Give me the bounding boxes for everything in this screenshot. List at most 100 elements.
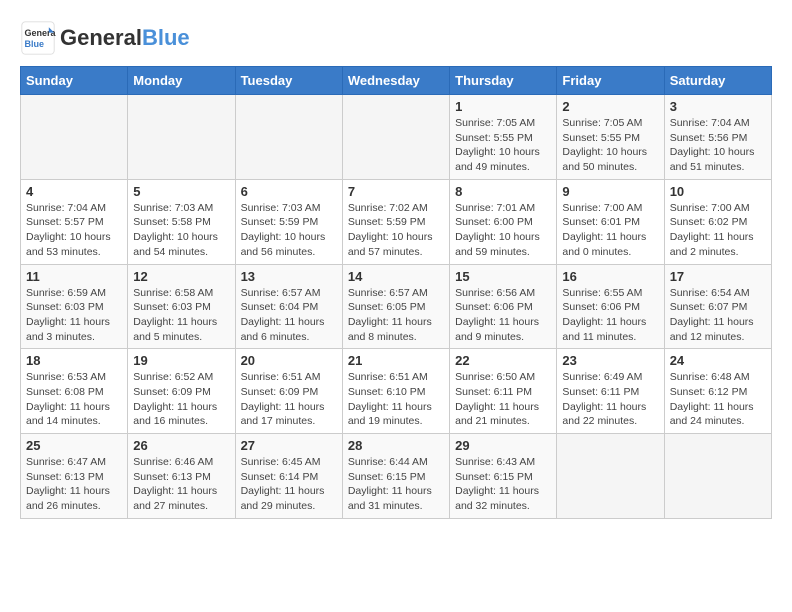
day-cell: 24 Sunrise: 6:48 AM Sunset: 6:12 PM Dayli…: [664, 349, 771, 434]
day-cell: 13Sunrise: 6:57 AM Sunset: 6:04 PM Dayli…: [235, 264, 342, 349]
day-number: 22: [455, 353, 551, 368]
day-cell: 6 Sunrise: 7:03 AM Sunset: 5:59 PM Daylig…: [235, 179, 342, 264]
page-header: General Blue GeneralBlue: [20, 20, 772, 56]
day-info: Sunrise: 6:56 AM Sunset: 6:06 PM Dayligh…: [455, 286, 551, 345]
day-info: Sunrise: 6:51 AM Sunset: 6:09 PM Dayligh…: [241, 370, 337, 429]
day-number: 24: [670, 353, 766, 368]
day-cell: 12Sunrise: 6:58 AM Sunset: 6:03 PM Dayli…: [128, 264, 235, 349]
day-cell: 5 Sunrise: 7:03 AM Sunset: 5:58 PM Daylig…: [128, 179, 235, 264]
day-cell: 21Sunrise: 6:51 AM Sunset: 6:10 PM Dayli…: [342, 349, 449, 434]
day-cell: 2 Sunrise: 7:05 AM Sunset: 5:55 PM Daylig…: [557, 95, 664, 180]
week-row-5: 25 Sunrise: 6:47 AM Sunset: 6:13 PM Dayli…: [21, 434, 772, 519]
day-cell: 23 Sunrise: 6:49 AM Sunset: 6:11 PM Dayli…: [557, 349, 664, 434]
day-info: Sunrise: 7:03 AM Sunset: 5:58 PM Dayligh…: [133, 201, 229, 260]
day-cell: 11 Sunrise: 6:59 AM Sunset: 6:03 PM Dayli…: [21, 264, 128, 349]
day-number: 29: [455, 438, 551, 453]
day-info: Sunrise: 6:51 AM Sunset: 6:10 PM Dayligh…: [348, 370, 444, 429]
day-info: Sunrise: 7:05 AM Sunset: 5:55 PM Dayligh…: [455, 116, 551, 175]
day-cell: [557, 434, 664, 519]
logo: General Blue GeneralBlue: [20, 20, 190, 56]
day-info: Sunrise: 6:52 AM Sunset: 6:09 PM Dayligh…: [133, 370, 229, 429]
day-number: 2: [562, 99, 658, 114]
day-cell: 4Sunrise: 7:04 AM Sunset: 5:57 PM Daylig…: [21, 179, 128, 264]
day-number: 17: [670, 269, 766, 284]
day-cell: 26 Sunrise: 6:46 AM Sunset: 6:13 PM Dayli…: [128, 434, 235, 519]
day-number: 3: [670, 99, 766, 114]
day-cell: 8Sunrise: 7:01 AM Sunset: 6:00 PM Daylig…: [450, 179, 557, 264]
calendar-header: SundayMondayTuesdayWednesdayThursdayFrid…: [21, 67, 772, 95]
day-info: Sunrise: 6:43 AM Sunset: 6:15 PM Dayligh…: [455, 455, 551, 514]
day-number: 8: [455, 184, 551, 199]
day-number: 9: [562, 184, 658, 199]
day-info: Sunrise: 7:03 AM Sunset: 5:59 PM Dayligh…: [241, 201, 337, 260]
day-cell: 17 Sunrise: 6:54 AM Sunset: 6:07 PM Dayli…: [664, 264, 771, 349]
day-cell: [21, 95, 128, 180]
week-row-1: 1 Sunrise: 7:05 AM Sunset: 5:55 PM Daylig…: [21, 95, 772, 180]
header-cell-thursday: Thursday: [450, 67, 557, 95]
day-info: Sunrise: 6:48 AM Sunset: 6:12 PM Dayligh…: [670, 370, 766, 429]
day-number: 25: [26, 438, 122, 453]
header-cell-saturday: Saturday: [664, 67, 771, 95]
day-info: Sunrise: 6:54 AM Sunset: 6:07 PM Dayligh…: [670, 286, 766, 345]
day-number: 12: [133, 269, 229, 284]
day-number: 14: [348, 269, 444, 284]
week-row-3: 11 Sunrise: 6:59 AM Sunset: 6:03 PM Dayli…: [21, 264, 772, 349]
day-number: 1: [455, 99, 551, 114]
day-number: 27: [241, 438, 337, 453]
day-cell: 27 Sunrise: 6:45 AM Sunset: 6:14 PM Dayli…: [235, 434, 342, 519]
day-cell: 18 Sunrise: 6:53 AM Sunset: 6:08 PM Dayli…: [21, 349, 128, 434]
day-info: Sunrise: 7:00 AM Sunset: 6:02 PM Dayligh…: [670, 201, 766, 260]
day-number: 28: [348, 438, 444, 453]
day-cell: 10 Sunrise: 7:00 AM Sunset: 6:02 PM Dayli…: [664, 179, 771, 264]
day-number: 26: [133, 438, 229, 453]
logo-icon: General Blue: [20, 20, 56, 56]
day-cell: [128, 95, 235, 180]
day-cell: 14 Sunrise: 6:57 AM Sunset: 6:05 PM Dayli…: [342, 264, 449, 349]
day-cell: 29 Sunrise: 6:43 AM Sunset: 6:15 PM Dayli…: [450, 434, 557, 519]
day-info: Sunrise: 6:53 AM Sunset: 6:08 PM Dayligh…: [26, 370, 122, 429]
day-number: 16: [562, 269, 658, 284]
day-number: 6: [241, 184, 337, 199]
day-info: Sunrise: 6:46 AM Sunset: 6:13 PM Dayligh…: [133, 455, 229, 514]
day-cell: 7 Sunrise: 7:02 AM Sunset: 5:59 PM Daylig…: [342, 179, 449, 264]
day-cell: 22 Sunrise: 6:50 AM Sunset: 6:11 PM Dayli…: [450, 349, 557, 434]
day-info: Sunrise: 7:02 AM Sunset: 5:59 PM Dayligh…: [348, 201, 444, 260]
day-info: Sunrise: 6:44 AM Sunset: 6:15 PM Dayligh…: [348, 455, 444, 514]
day-cell: [664, 434, 771, 519]
calendar-body: 1 Sunrise: 7:05 AM Sunset: 5:55 PM Daylig…: [21, 95, 772, 519]
day-info: Sunrise: 6:55 AM Sunset: 6:06 PM Dayligh…: [562, 286, 658, 345]
day-number: 7: [348, 184, 444, 199]
day-number: 10: [670, 184, 766, 199]
day-cell: 20Sunrise: 6:51 AM Sunset: 6:09 PM Dayli…: [235, 349, 342, 434]
logo-text: GeneralBlue: [60, 26, 190, 50]
day-number: 5: [133, 184, 229, 199]
day-cell: 3Sunrise: 7:04 AM Sunset: 5:56 PM Daylig…: [664, 95, 771, 180]
day-cell: 16 Sunrise: 6:55 AM Sunset: 6:06 PM Dayli…: [557, 264, 664, 349]
header-cell-sunday: Sunday: [21, 67, 128, 95]
day-number: 19: [133, 353, 229, 368]
header-cell-wednesday: Wednesday: [342, 67, 449, 95]
day-info: Sunrise: 7:04 AM Sunset: 5:57 PM Dayligh…: [26, 201, 122, 260]
header-cell-tuesday: Tuesday: [235, 67, 342, 95]
day-info: Sunrise: 6:45 AM Sunset: 6:14 PM Dayligh…: [241, 455, 337, 514]
header-cell-monday: Monday: [128, 67, 235, 95]
day-number: 23: [562, 353, 658, 368]
day-number: 18: [26, 353, 122, 368]
day-info: Sunrise: 6:49 AM Sunset: 6:11 PM Dayligh…: [562, 370, 658, 429]
day-info: Sunrise: 7:05 AM Sunset: 5:55 PM Dayligh…: [562, 116, 658, 175]
day-info: Sunrise: 6:47 AM Sunset: 6:13 PM Dayligh…: [26, 455, 122, 514]
day-info: Sunrise: 6:50 AM Sunset: 6:11 PM Dayligh…: [455, 370, 551, 429]
day-number: 13: [241, 269, 337, 284]
day-cell: 9Sunrise: 7:00 AM Sunset: 6:01 PM Daylig…: [557, 179, 664, 264]
day-cell: 19 Sunrise: 6:52 AM Sunset: 6:09 PM Dayli…: [128, 349, 235, 434]
day-cell: [235, 95, 342, 180]
week-row-2: 4Sunrise: 7:04 AM Sunset: 5:57 PM Daylig…: [21, 179, 772, 264]
day-number: 11: [26, 269, 122, 284]
svg-text:Blue: Blue: [25, 39, 45, 49]
calendar-table: SundayMondayTuesdayWednesdayThursdayFrid…: [20, 66, 772, 519]
day-info: Sunrise: 6:59 AM Sunset: 6:03 PM Dayligh…: [26, 286, 122, 345]
day-cell: 15Sunrise: 6:56 AM Sunset: 6:06 PM Dayli…: [450, 264, 557, 349]
week-row-4: 18 Sunrise: 6:53 AM Sunset: 6:08 PM Dayli…: [21, 349, 772, 434]
day-info: Sunrise: 6:57 AM Sunset: 6:05 PM Dayligh…: [348, 286, 444, 345]
day-cell: [342, 95, 449, 180]
